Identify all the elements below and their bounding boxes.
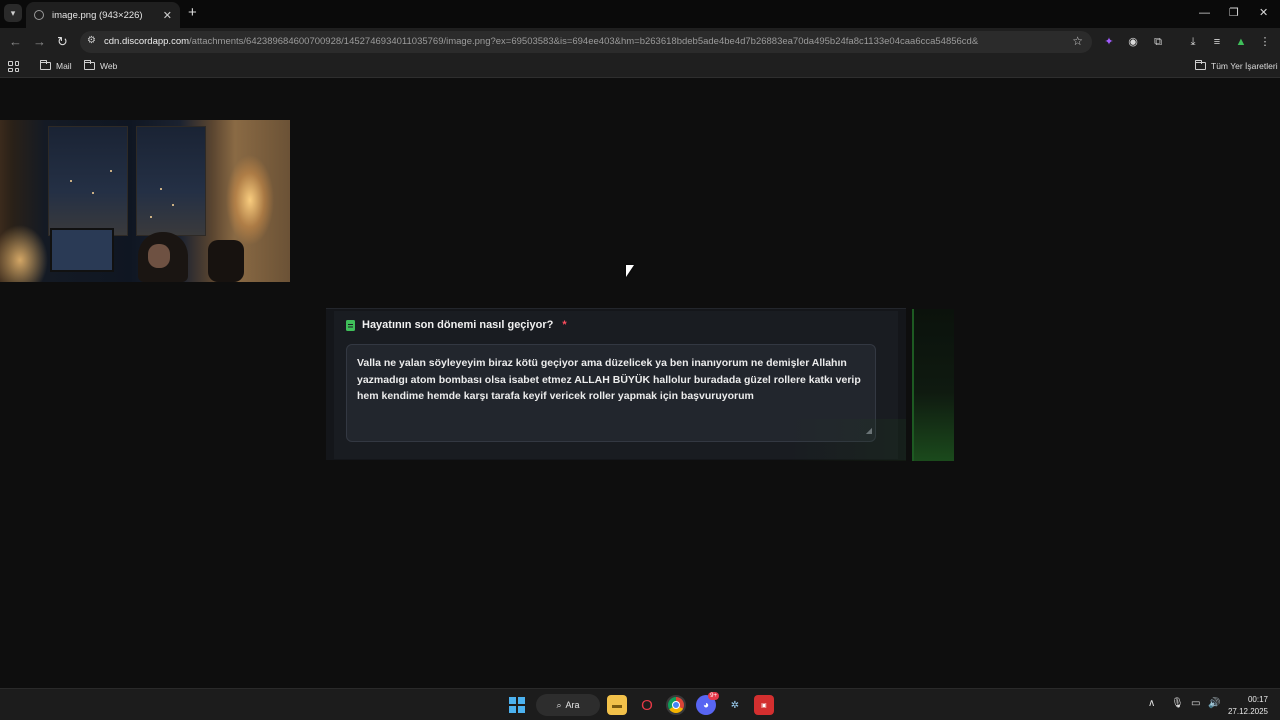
form-question-block: Hayatının son dönemi nasıl geçiyor? * Va…	[334, 311, 898, 459]
folder-icon	[40, 60, 51, 70]
app-gear-icon[interactable]: ✲	[725, 695, 745, 715]
taskbar-search[interactable]: ⌕ Ara	[536, 694, 600, 716]
webcam-overlay	[0, 120, 290, 282]
folder-icon	[1195, 60, 1206, 70]
extension-purple-icon[interactable]: ✦	[1101, 34, 1117, 50]
tab-close-icon[interactable]: ✕	[163, 9, 172, 22]
apps-grid-icon[interactable]	[8, 61, 19, 72]
file-explorer-icon[interactable]: ▬	[607, 695, 627, 715]
restore-icon[interactable]: ❐	[1229, 6, 1239, 20]
form-image: Hayatının son dönemi nasıl geçiyor? * Va…	[326, 308, 906, 461]
discord-icon[interactable]: ◕ 9+	[696, 692, 719, 715]
window-pane	[136, 126, 206, 236]
download-icon[interactable]: ⤓	[1185, 34, 1201, 50]
windows-logo-icon	[509, 697, 525, 713]
back-icon[interactable]: ←	[9, 34, 22, 50]
url-text[interactable]: cdn.discordapp.com/attachments/642389684…	[104, 36, 978, 47]
bookmark-star-icon[interactable]: ☆	[1072, 34, 1083, 48]
window-close-icon[interactable]: ✕	[1259, 6, 1268, 20]
resize-grip-icon: ◢	[865, 425, 872, 435]
taskbar: ⌕ Ara ▬ O ◕ 9+ ✲ ▣ ∧ 🎙 ▭ 🔊 00:17 27.12.20…	[0, 688, 1280, 720]
tab-search-chevron-icon[interactable]: ▾	[4, 4, 22, 22]
answer-text: Valla ne yalan söyleyeyim biraz kötü geç…	[357, 357, 861, 402]
opera-icon[interactable]: O	[637, 695, 657, 715]
reload-icon[interactable]: ↻	[57, 34, 68, 50]
tab-strip: ▾ image.png (943×226) ✕ + — ❐ ✕	[0, 0, 1280, 28]
globe-icon	[34, 10, 44, 20]
volume-icon[interactable]: 🔊	[1208, 698, 1220, 709]
tab-title: image.png (943×226)	[52, 9, 143, 21]
video-app-icon[interactable]: ▣	[754, 695, 774, 715]
reading-list-icon[interactable]: ≡	[1209, 34, 1225, 50]
all-bookmarks[interactable]: Tüm Yer İşaretleri	[1195, 60, 1278, 71]
bookmark-label: Web	[100, 61, 118, 71]
menu-dots-icon[interactable]: ⋮	[1257, 34, 1273, 50]
network-icon[interactable]: ▭	[1191, 698, 1200, 709]
required-marker: *	[562, 319, 567, 331]
question-header: Hayatının son dönemi nasıl geçiyor? *	[346, 319, 567, 331]
page-content: Hayatının son dönemi nasıl geçiyor? * Va…	[0, 79, 1280, 688]
answer-textarea: Valla ne yalan söyleyeyim biraz kötü geç…	[346, 344, 876, 442]
start-button[interactable]	[507, 695, 527, 715]
folder-icon	[84, 60, 95, 70]
new-tab-button[interactable]: +	[188, 5, 197, 21]
bookmark-mail[interactable]: Mail	[40, 60, 72, 71]
tray-chevron-icon[interactable]: ∧	[1148, 698, 1155, 709]
tab-image-png[interactable]: image.png (943×226) ✕	[26, 2, 180, 28]
camera-icon[interactable]: ◉	[1125, 34, 1141, 50]
bookmarks-bar: Mail Web Tüm Yer İşaretleri	[0, 56, 1280, 78]
url-path: /attachments/642389684600700928/14527469…	[189, 36, 979, 47]
chair	[208, 240, 244, 282]
bookmark-label: Mail	[56, 61, 72, 71]
clock-date: 27.12.2025	[1227, 707, 1268, 716]
site-settings-icon[interactable]: ⚙	[87, 35, 96, 46]
url-host: cdn.discordapp.com	[104, 36, 190, 47]
search-label: Ara	[565, 700, 580, 710]
clock-time: 00:17	[1247, 695, 1268, 704]
monitor	[50, 228, 114, 272]
extensions-puzzle-icon[interactable]: ⧉	[1150, 34, 1166, 50]
toolbar: ← → ↻ ⚙ cdn.discordapp.com/attachments/6…	[0, 28, 1280, 56]
discord-badge: 9+	[708, 692, 719, 700]
face	[148, 244, 170, 268]
bookmark-web[interactable]: Web	[84, 60, 118, 71]
side-panel-image	[912, 309, 954, 461]
browser-window: ▾ image.png (943×226) ✕ + — ❐ ✕ ← → ↻ ⚙ …	[0, 0, 1280, 688]
question-label: Hayatının son dönemi nasıl geçiyor?	[362, 319, 554, 331]
profile-icon[interactable]: ▲	[1233, 34, 1249, 50]
document-icon	[346, 319, 355, 331]
window-pane	[48, 126, 128, 236]
search-icon: ⌕	[556, 699, 562, 710]
forward-icon[interactable]: →	[33, 34, 46, 50]
mouse-cursor-icon	[626, 265, 634, 277]
microphone-icon[interactable]: 🎙	[1171, 698, 1184, 709]
all-bookmarks-label: Tüm Yer İşaretleri	[1211, 61, 1278, 71]
address-bar[interactable]: ⚙ cdn.discordapp.com/attachments/6423896…	[80, 31, 1092, 53]
system-clock[interactable]: 00:17 27.12.2025	[1228, 694, 1268, 718]
chrome-icon[interactable]	[666, 695, 686, 715]
minimize-icon[interactable]: —	[1199, 6, 1210, 20]
